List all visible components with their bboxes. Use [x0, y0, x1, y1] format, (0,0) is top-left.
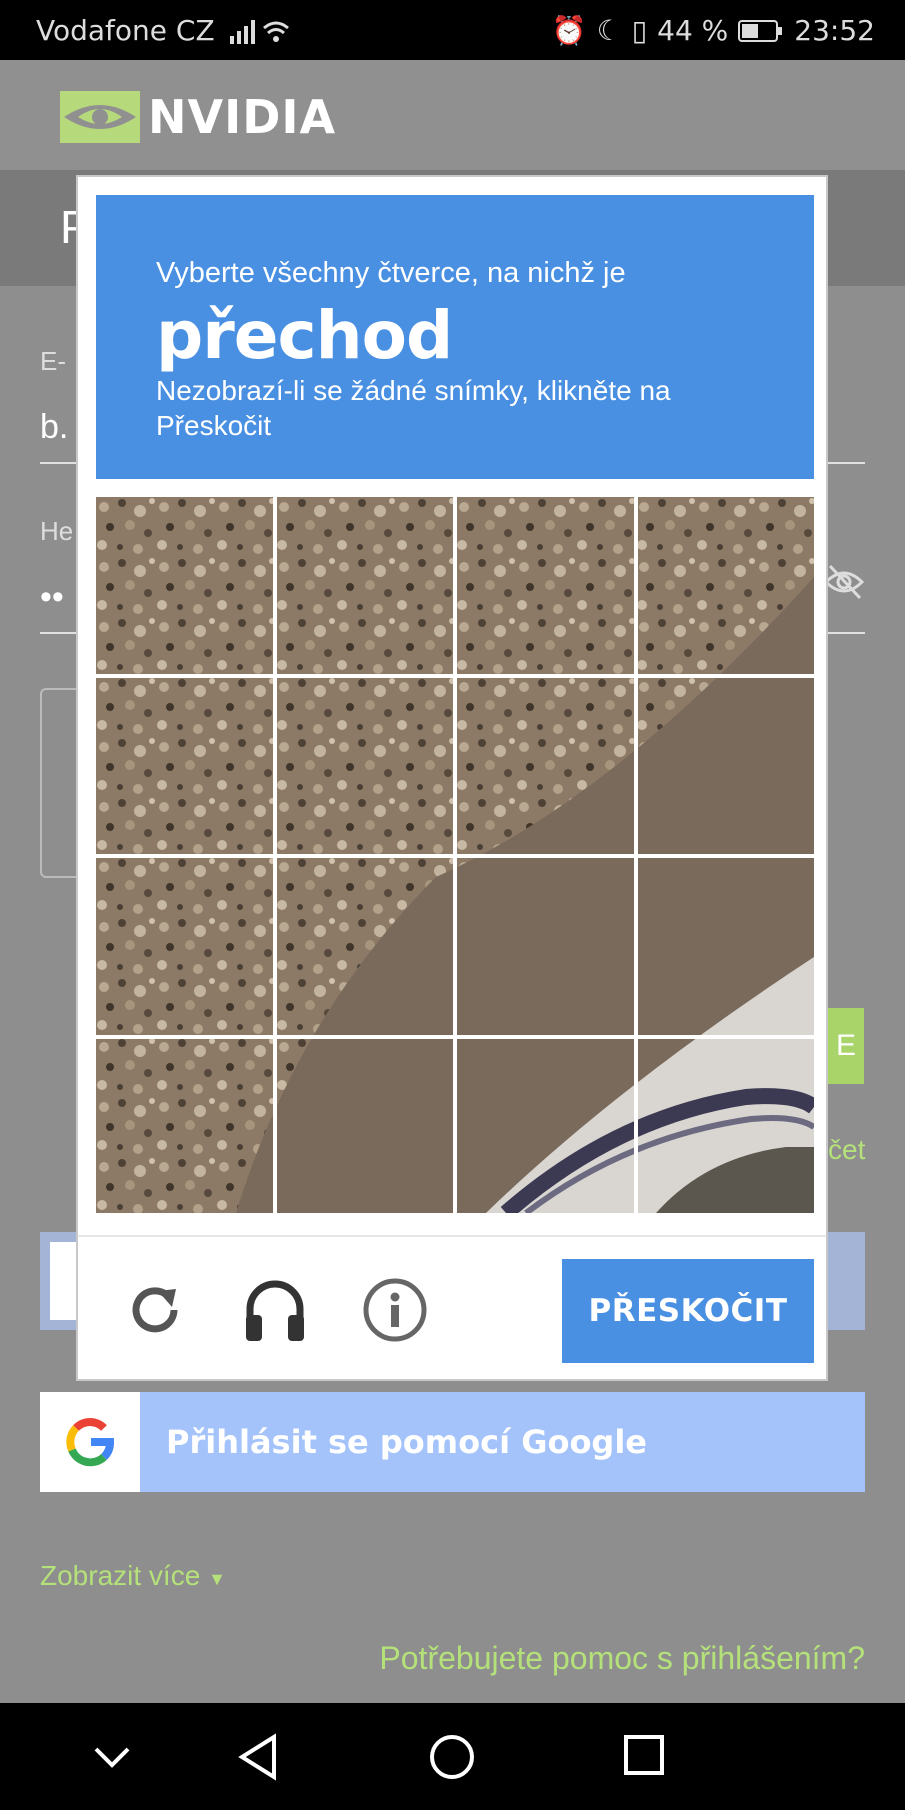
dnd-moon-icon: ☾ [596, 14, 622, 47]
reload-icon[interactable] [120, 1275, 190, 1345]
vibrate-icon: ▯ [631, 14, 648, 47]
captcha-tile[interactable] [277, 858, 454, 1035]
nvidia-logo: NVIDIA [60, 90, 336, 144]
nvidia-wordmark: NVIDIA [148, 90, 337, 144]
login-help-link[interactable]: Potřebujete pomoc s přihlášením? [379, 1640, 865, 1677]
password-field[interactable]: •• [40, 578, 64, 617]
captcha-tile[interactable] [277, 1039, 454, 1216]
captcha-instructions: Vyberte všechny čtverce, na nichž je pře… [96, 195, 814, 479]
captcha-tile[interactable] [457, 678, 634, 855]
captcha-image-grid [96, 497, 815, 1216]
captcha-tile[interactable] [457, 497, 634, 674]
headphones-icon[interactable] [240, 1275, 310, 1345]
show-more-label: Zobrazit více [40, 1560, 201, 1591]
collapse-chevron-icon[interactable] [92, 1743, 132, 1773]
create-account-link[interactable]: čet [828, 1134, 865, 1166]
alarm-icon: ⏰ [551, 14, 587, 47]
skip-button[interactable]: PŘESKOČIT [562, 1259, 814, 1363]
email-label: E- [40, 346, 66, 376]
captcha-tile[interactable] [638, 858, 815, 1035]
captcha-footer: PŘESKOČIT [78, 1235, 826, 1381]
nvidia-eye-icon [60, 91, 140, 143]
battery-percent: 44 % [657, 14, 729, 47]
signal-wifi-icon [230, 20, 289, 44]
captcha-tile[interactable] [638, 678, 815, 855]
clock: 23:52 [794, 14, 875, 47]
grid-divider [96, 854, 814, 858]
grid-divider [633, 497, 638, 1215]
recents-icon[interactable] [622, 1733, 666, 1777]
captcha-tile[interactable] [96, 497, 273, 674]
password-label: He [40, 516, 74, 546]
captcha-instruction: Vyberte všechny čtverce, na nichž je [156, 257, 626, 289]
captcha-tile[interactable] [277, 678, 454, 855]
captcha-tile[interactable] [96, 858, 273, 1035]
home-icon[interactable] [428, 1733, 476, 1781]
show-more-link[interactable]: Zobrazit více ▼ [40, 1560, 226, 1592]
recaptcha-dialog: Vyberte všechny čtverce, na nichž je pře… [76, 175, 828, 1381]
captcha-target: přechod [156, 297, 453, 374]
google-signin-button[interactable]: Přihlásit se pomocí Google [40, 1392, 865, 1492]
carrier-name: Vodafone CZ [36, 14, 215, 47]
google-g-icon [66, 1418, 114, 1467]
eye-slash-icon[interactable] [822, 560, 866, 604]
info-icon[interactable] [360, 1275, 430, 1345]
grid-divider [96, 1034, 814, 1039]
captcha-tile[interactable] [638, 497, 815, 674]
chevron-down-icon: ▼ [208, 1569, 226, 1589]
captcha-tile[interactable] [277, 497, 454, 674]
captcha-tile[interactable] [457, 858, 634, 1035]
captcha-tile[interactable] [457, 1039, 634, 1216]
status-bar: Vodafone CZ ⏰ ☾ ▯ 44 % 23:52 [0, 0, 905, 60]
captcha-tile[interactable] [96, 1039, 273, 1216]
captcha-tile[interactable] [638, 1039, 815, 1216]
battery-icon [738, 19, 783, 42]
google-signin-label: Přihlásit se pomocí Google [166, 1423, 647, 1461]
captcha-tile[interactable] [96, 678, 273, 855]
captcha-hint: Nezobrazí-li se žádné snímky, klikněte n… [156, 375, 671, 441]
back-icon[interactable] [236, 1733, 280, 1781]
email-field[interactable]: b. [40, 408, 68, 447]
system-nav-bar [0, 1703, 905, 1810]
login-button[interactable]: E [828, 1008, 864, 1084]
